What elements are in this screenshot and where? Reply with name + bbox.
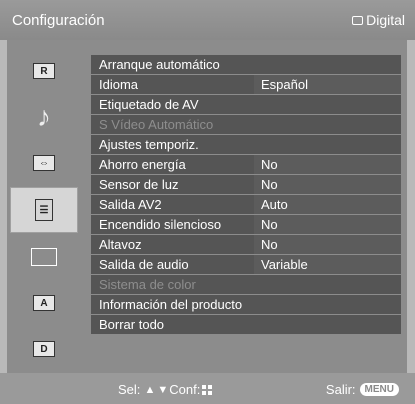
sidebar-item-analog[interactable]: A	[11, 284, 77, 322]
digital-box-icon	[352, 15, 364, 25]
menu-item-value: No	[261, 217, 278, 232]
menu-item-label: Salida de audio	[99, 257, 189, 272]
menu-item-value: No	[261, 157, 278, 172]
menu-item: Sistema de color	[91, 275, 401, 294]
sidebar-item-screen[interactable]: ⇔	[11, 144, 77, 182]
menu-button-icon: MENU	[359, 383, 399, 396]
menu-item-label: S Vídeo Automático	[99, 117, 214, 132]
menu-item-label: Ahorro energía	[99, 157, 186, 172]
menu-item[interactable]: Ahorro energía No	[91, 155, 401, 174]
menu-item-label: Etiquetado de AV	[99, 97, 199, 112]
menu-item[interactable]: Información del producto	[91, 295, 401, 314]
menu-item[interactable]: Salida AV2 Auto	[91, 195, 401, 214]
menu-item[interactable]: Altavoz No	[91, 235, 401, 254]
menu-item: S Vídeo Automático	[91, 115, 401, 134]
sidebar-item-sound[interactable]: ♪	[11, 98, 77, 136]
tv-menu-screen: Configuración Digital R ♪ ⇔ ☰ A D Arranq…	[0, 0, 415, 404]
conf-label: Conf:	[169, 382, 201, 397]
digital-tuning-icon: D	[33, 341, 55, 357]
header-bar: Configuración Digital	[0, 0, 415, 40]
menu-item[interactable]: Encendido silencioso No	[91, 215, 401, 234]
digital-label: Digital	[366, 12, 405, 28]
sidebar-item-settings[interactable]: ☰	[10, 187, 78, 233]
menu-item[interactable]: Borrar todo	[91, 315, 401, 334]
menu-item-label: Sistema de color	[99, 277, 196, 292]
category-sidebar: R ♪ ⇔ ☰ A D	[7, 40, 83, 373]
sidebar-item-digital[interactable]: D	[11, 330, 77, 368]
sidebar-item-pc[interactable]	[11, 238, 77, 276]
menu-item-value: Español	[261, 77, 308, 92]
menu-item-label: Sensor de luz	[99, 177, 179, 192]
menu-item[interactable]: Ajustes temporiz.	[91, 135, 401, 154]
menu-item-value: No	[261, 177, 278, 192]
menu-item-value: Variable	[261, 257, 308, 272]
music-note-icon: ♪	[37, 101, 51, 132]
menu-item-label: Información del producto	[99, 297, 243, 312]
sidebar-item-picture[interactable]: R	[11, 52, 77, 90]
menu-item-label: Arranque automático	[99, 57, 220, 72]
menu-item[interactable]: Sensor de luz No	[91, 175, 401, 194]
page-title: Configuración	[12, 12, 105, 29]
menu-item[interactable]: Etiquetado de AV	[91, 95, 401, 114]
menu-item-label: Altavoz	[99, 237, 142, 252]
analog-tuning-icon: A	[33, 295, 55, 311]
footer-bar: Sel: ▲ ▼ Conf: Salir: MENU	[0, 373, 415, 404]
menu-item-label: Salida AV2	[99, 197, 162, 212]
enter-button-icon	[202, 384, 213, 395]
menu-item-label: Idioma	[99, 77, 139, 92]
menu-item-label: Encendido silencioso	[99, 217, 222, 232]
menu-item[interactable]: Salida de audio Variable	[91, 255, 401, 274]
arrow-up-icon: ▲	[141, 383, 156, 396]
menu-item[interactable]: Idioma Español	[91, 75, 401, 94]
exit-hint: Salir: MENU	[326, 382, 399, 397]
menu-item-value: Auto	[261, 197, 288, 212]
menu-item-label: Ajustes temporiz.	[99, 137, 199, 152]
settings-menu-list: Arranque automático Idioma Español Etiqueta…	[91, 55, 401, 335]
menu-item[interactable]: Arranque automático	[91, 55, 401, 74]
arrow-down-icon: ▼	[157, 383, 169, 396]
navigation-hint: Sel: ▲ ▼ Conf:	[118, 382, 213, 397]
monitor-icon	[31, 248, 57, 266]
settings-list-icon: ☰	[35, 199, 53, 221]
exit-label: Salir:	[325, 382, 356, 397]
menu-item-label: Borrar todo	[99, 317, 165, 332]
screen-icon: ⇔	[33, 155, 55, 171]
digital-indicator: Digital	[352, 12, 405, 28]
sel-label: Sel:	[118, 382, 141, 397]
picture-icon: R	[33, 63, 55, 79]
menu-item-value: No	[261, 237, 278, 252]
